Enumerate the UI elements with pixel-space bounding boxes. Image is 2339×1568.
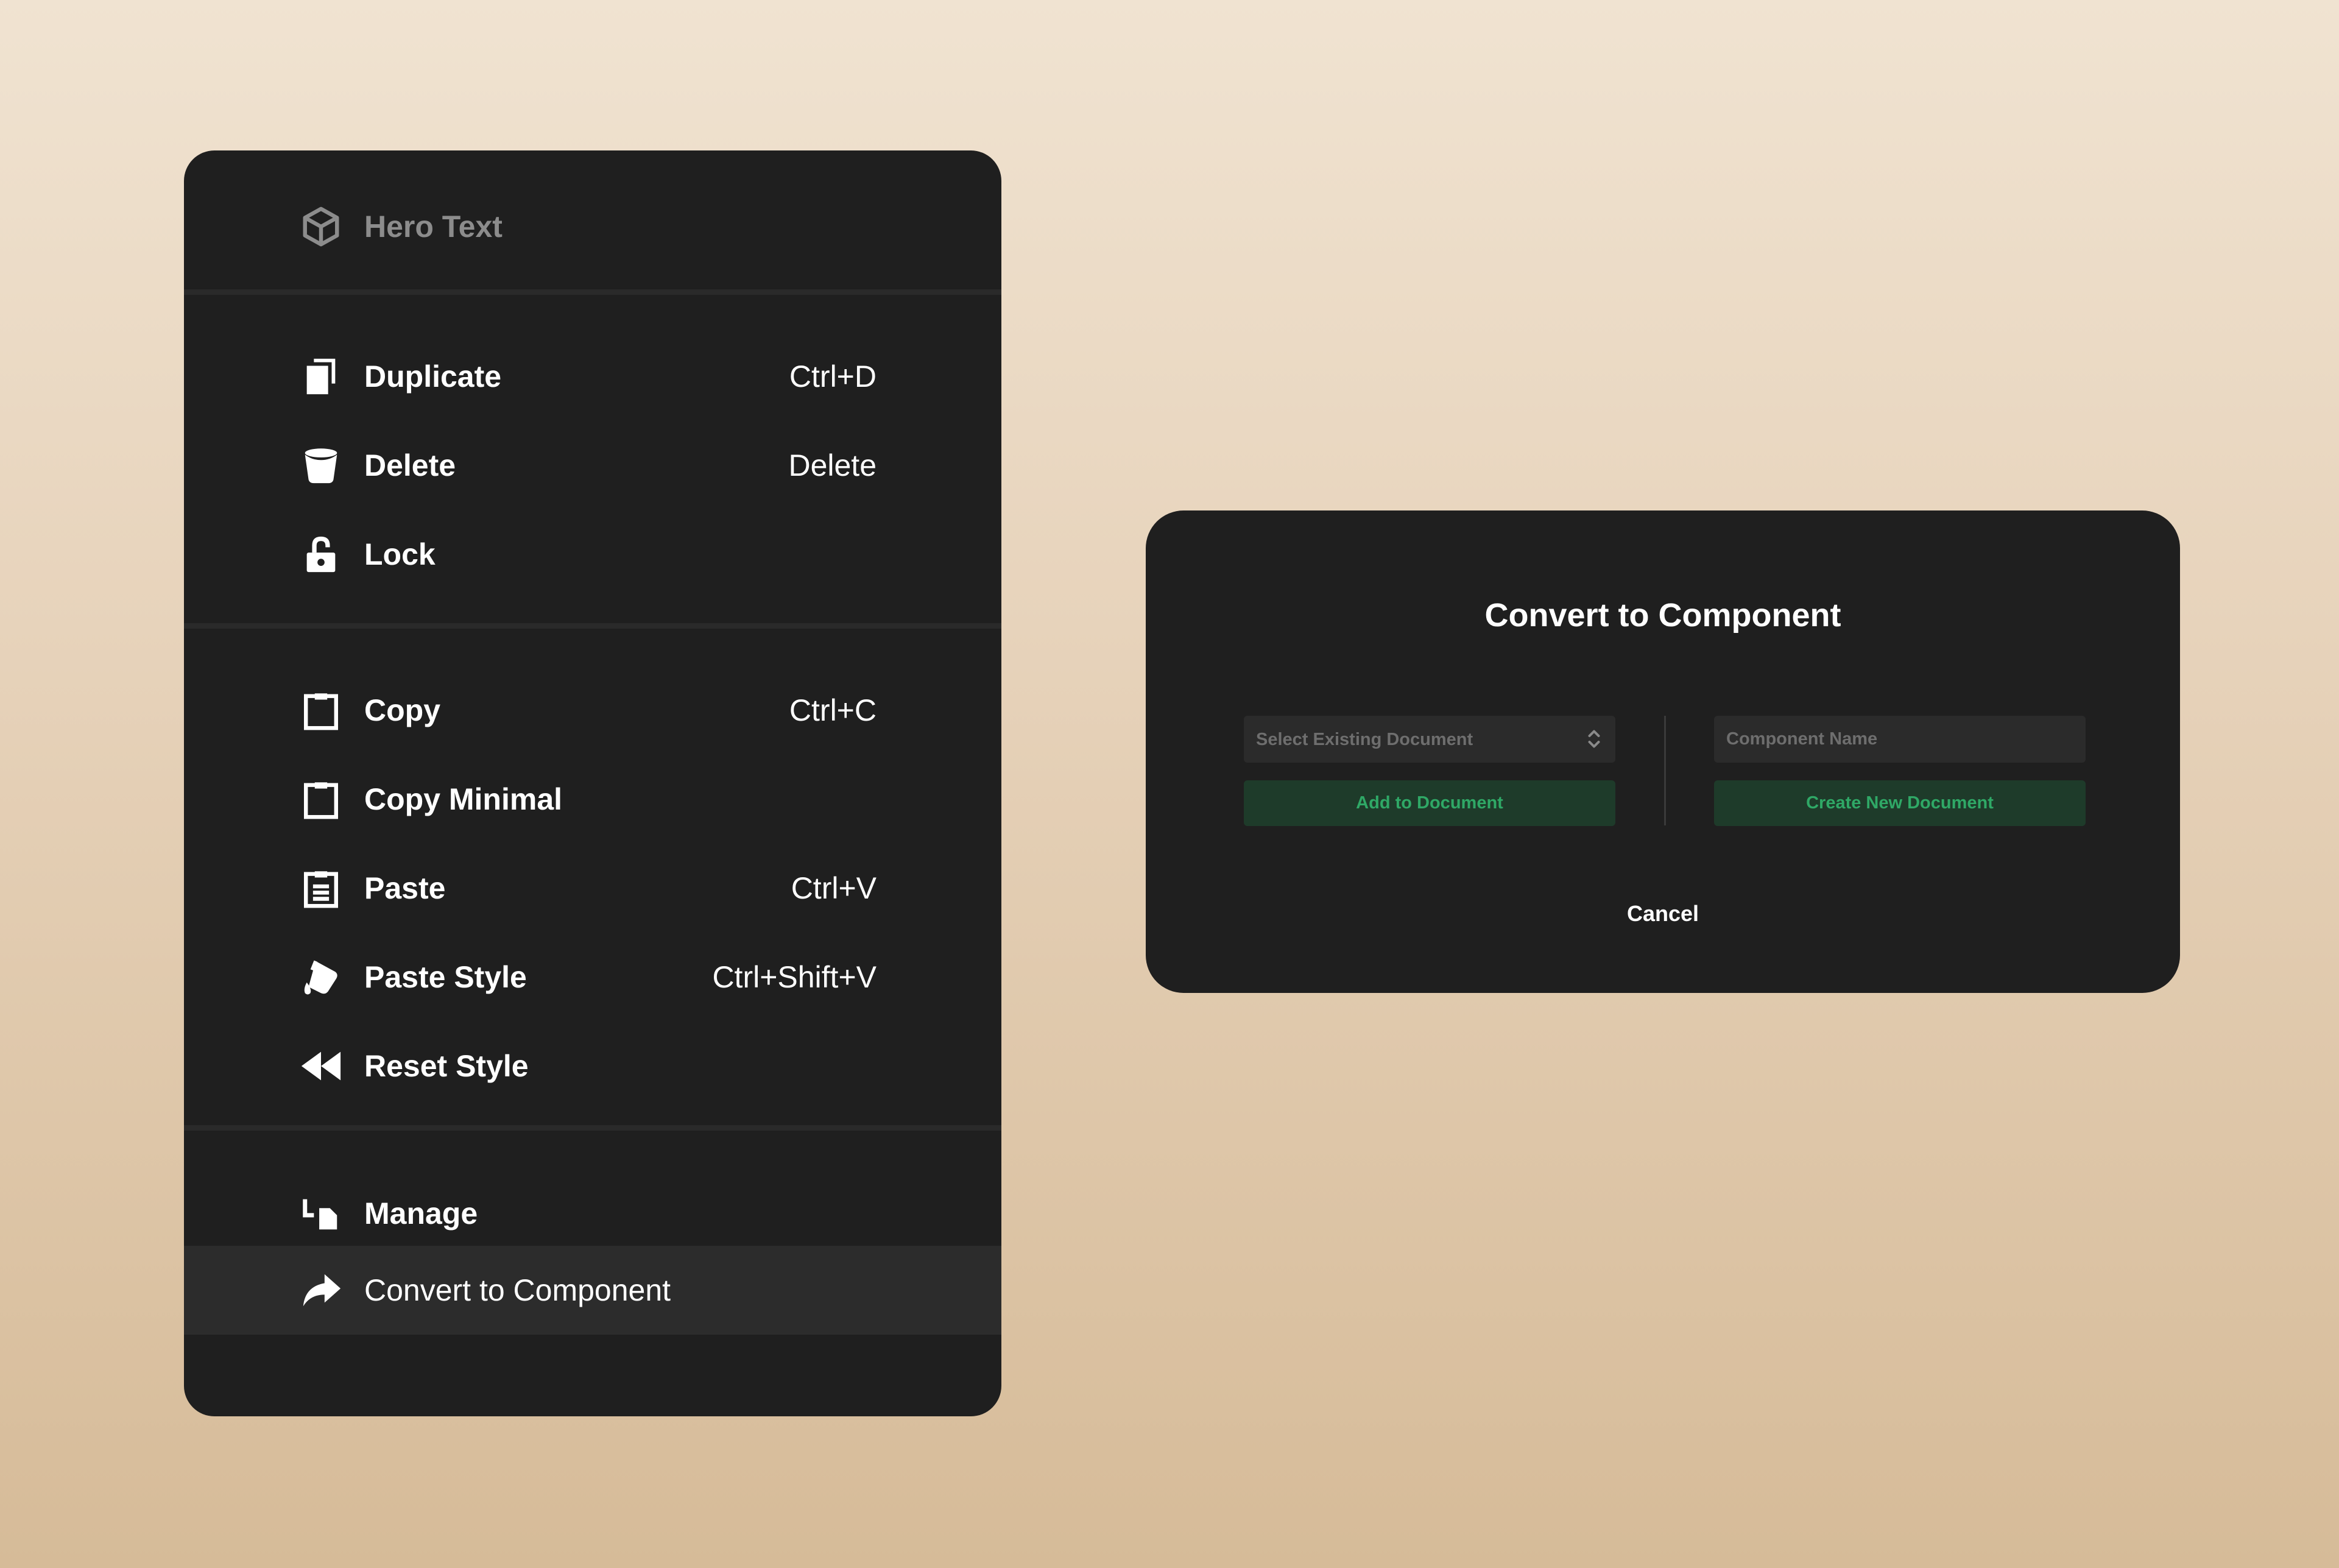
share-arrow-icon: [300, 1269, 342, 1312]
menu-item-manage[interactable]: Manage: [184, 1169, 1001, 1258]
menu-item-paste[interactable]: Paste Ctrl+V: [184, 844, 1001, 933]
paint-bucket-icon: [300, 956, 342, 998]
menu-divider: [184, 1125, 1001, 1131]
dialog-title: Convert to Component: [1484, 597, 1841, 634]
menu-item-label: Copy Minimal: [364, 782, 563, 816]
convert-dialog: Convert to Component Select Existing Doc…: [1146, 510, 2180, 993]
menu-item-paste-style[interactable]: Paste Style Ctrl+Shift+V: [184, 933, 1001, 1022]
menu-item-copy-minimal[interactable]: Copy Minimal: [184, 755, 1001, 844]
cancel-button[interactable]: Cancel: [1146, 900, 2180, 927]
menu-item-label: Paste: [364, 871, 446, 905]
menu-divider: [184, 623, 1001, 629]
paste-icon: [300, 867, 342, 909]
menu-item-reset-style[interactable]: Reset Style: [184, 1022, 1001, 1111]
menu-item-label: Lock: [364, 537, 436, 571]
dialog-vertical-divider: [1664, 716, 1666, 825]
menu-item-copy[interactable]: Copy Ctrl+C: [184, 666, 1001, 755]
menu-item-label: Manage: [364, 1196, 478, 1231]
menu-item-label: Reset Style: [364, 1049, 529, 1083]
rewind-icon: [300, 1045, 342, 1087]
duplicate-icon: [300, 355, 342, 398]
menu-item-duplicate[interactable]: Duplicate Ctrl+D: [184, 332, 1001, 421]
clipboard-icon: [300, 778, 342, 821]
shortcut-label: Ctrl+C: [789, 693, 877, 727]
shortcut-label: Delete: [788, 448, 877, 482]
menu-header: Hero Text: [184, 150, 1001, 289]
chevron-up-down-icon: [1585, 727, 1603, 751]
context-menu: Hero Text Duplicate Ctrl+D Delete Delete: [184, 150, 1001, 1416]
menu-item-label: Paste Style: [364, 960, 527, 994]
menu-item-label: Duplicate: [364, 359, 502, 394]
menu-item-lock[interactable]: Lock: [184, 510, 1001, 599]
shortcut-label: Ctrl+V: [791, 871, 877, 905]
menu-item-label: Copy: [364, 693, 440, 727]
select-placeholder: Select Existing Document: [1256, 730, 1473, 749]
lock-icon: [300, 533, 342, 576]
trash-icon: [300, 444, 342, 487]
menu-item-label: Convert to Component: [364, 1273, 671, 1307]
select-existing-document[interactable]: Select Existing Document: [1244, 716, 1615, 763]
menu-item-convert-to-component[interactable]: Convert to Component: [184, 1246, 1001, 1335]
create-new-document-button[interactable]: Create New Document: [1714, 780, 2086, 826]
menu-item-label: Delete: [364, 448, 456, 482]
shortcut-label: Ctrl+Shift+V: [712, 960, 877, 994]
menu-item-delete[interactable]: Delete Delete: [184, 421, 1001, 510]
add-to-document-button[interactable]: Add to Document: [1244, 780, 1615, 826]
menu-header-label: Hero Text: [364, 210, 503, 244]
clipboard-icon: [300, 689, 342, 732]
cube-icon: [300, 205, 342, 248]
shortcut-label: Ctrl+D: [789, 359, 877, 394]
component-name-input[interactable]: [1714, 716, 2086, 763]
menu-divider: [184, 289, 1001, 295]
manage-icon: [300, 1192, 342, 1235]
